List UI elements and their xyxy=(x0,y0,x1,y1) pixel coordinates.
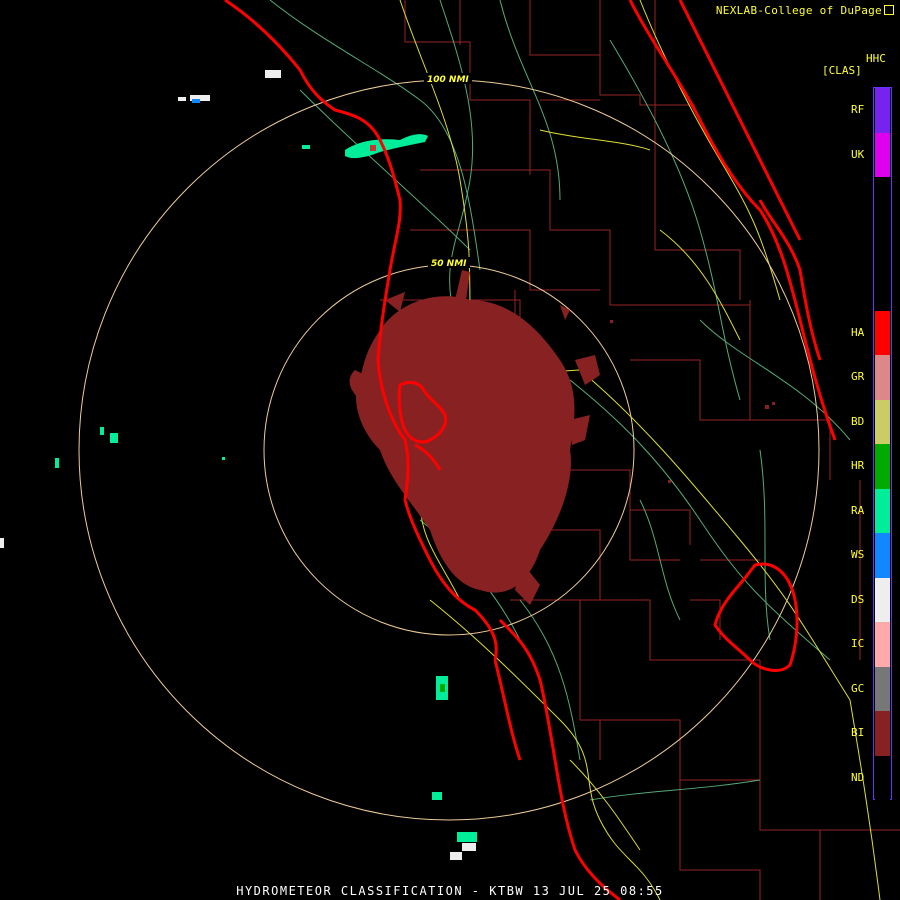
legend-swatch-rf xyxy=(875,88,890,133)
legend-swatch-nd xyxy=(875,755,890,800)
product-class: [CLAS] xyxy=(822,64,862,77)
range-ring-100-label: 100 NMI xyxy=(427,75,469,85)
legend-label-bd: BD xyxy=(851,414,865,428)
color-legend xyxy=(873,87,892,800)
legend-swatch-bi xyxy=(875,711,890,756)
legend-swatch-gc xyxy=(875,666,890,711)
legend-swatch-ws xyxy=(875,533,890,578)
legend-swatch-ic xyxy=(875,622,890,667)
legend-label-ha: HA xyxy=(851,325,865,339)
product-code: HHC xyxy=(866,52,886,65)
legend-swatch-ra xyxy=(875,488,890,533)
legend-label-ws: WS xyxy=(851,548,865,562)
legend-swatch-hr xyxy=(875,444,890,489)
legend-swatch-ds xyxy=(875,577,890,622)
legend-label-uk: UK xyxy=(851,147,865,161)
legend-label-ds: DS xyxy=(851,592,865,606)
legend-label-gc: GC xyxy=(851,681,865,695)
radar-map: 50 NMI 100 NMI xyxy=(0,0,900,900)
legend-swatch-bd xyxy=(875,399,890,444)
legend-label-ic: IC xyxy=(851,637,865,651)
credit-label: NEXLAB-College of DuPage xyxy=(715,4,882,17)
legend-label-ra: RA xyxy=(851,503,865,517)
range-ring-50-label: 50 NMI xyxy=(431,259,467,269)
legend-label-gr: GR xyxy=(851,370,865,384)
legend-label-nd: ND xyxy=(851,770,865,784)
product-footer: HYDROMETEOR CLASSIFICATION - KTBW 13 JUL… xyxy=(236,884,664,898)
legend-label-bi: BI xyxy=(851,726,865,740)
legend-swatch-gr xyxy=(875,355,890,400)
legend-swatch-ha xyxy=(875,310,890,355)
external-link-icon xyxy=(884,5,894,15)
legend-label-rf: RF xyxy=(851,103,865,117)
legend-swatch-uk xyxy=(875,132,890,177)
credit-text: NEXLAB-College of DuPage xyxy=(716,4,894,17)
legend-label-hr: HR xyxy=(851,459,865,473)
